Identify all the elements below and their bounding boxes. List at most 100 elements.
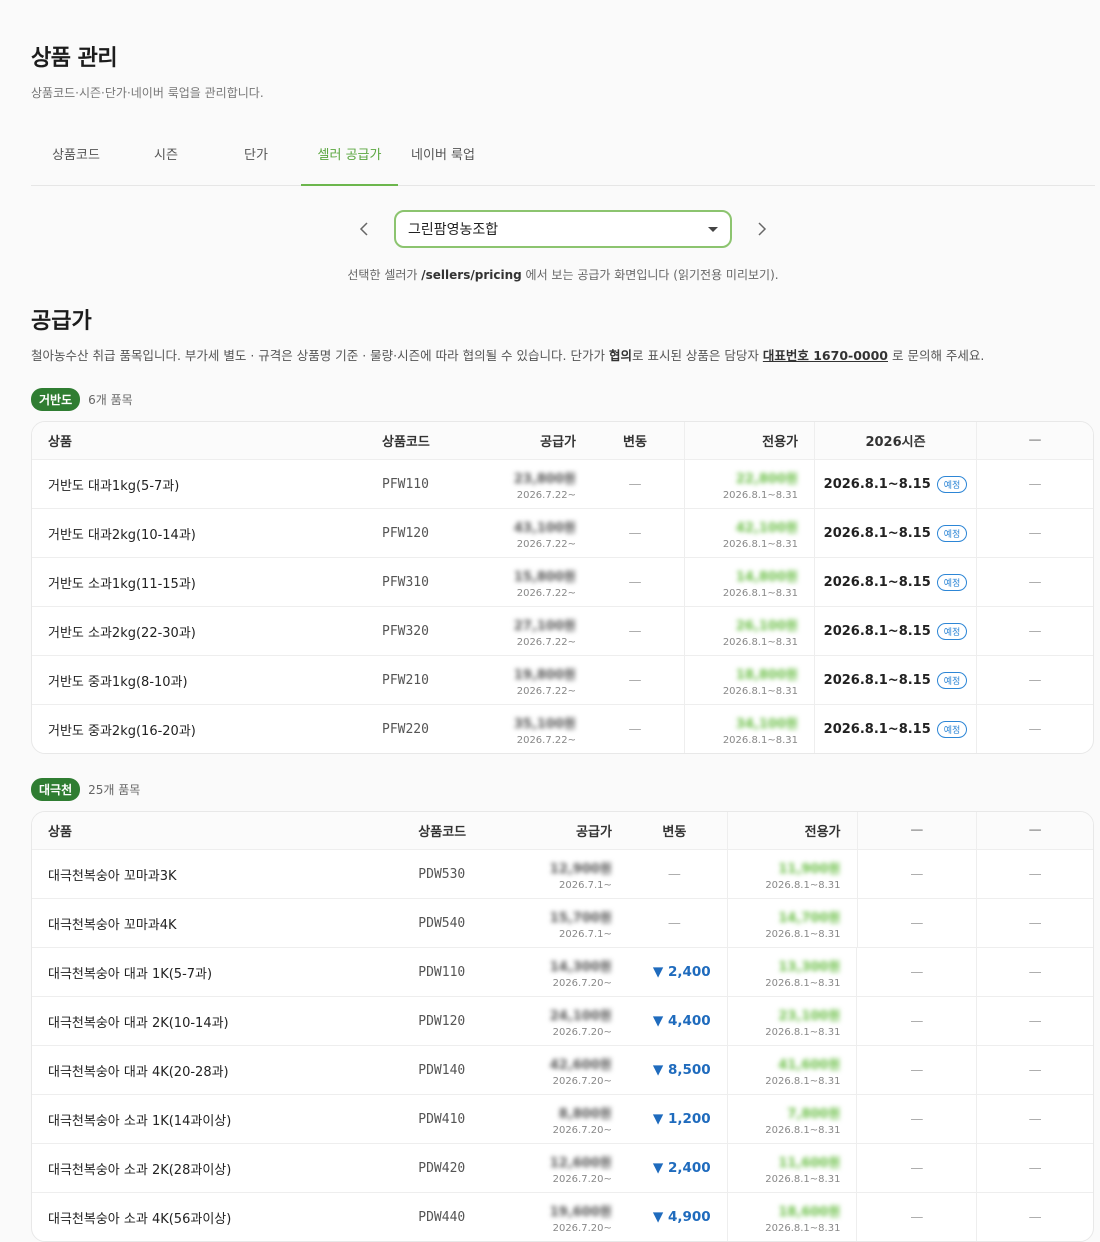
price-change: —	[628, 574, 642, 590]
table-row: 대극천복숭아 꼬마과4K PDW540 15,700원 2026.7.1~ —14,70…	[32, 898, 1093, 947]
extra-cell: —	[856, 948, 976, 996]
col-change: 변동	[623, 435, 647, 450]
supply-price-date: 2026.7.22~	[516, 685, 576, 697]
product-code: PDW540	[418, 915, 466, 931]
table-header: 상품 상품코드 공급가 변동 전용가 — —	[32, 812, 1093, 849]
product-name: 거반도 소과2kg(22-30과)	[48, 625, 196, 641]
exclusive-price: 11,600원 2026.8.1~8.31	[726, 1144, 857, 1192]
extra-cell: —	[856, 899, 977, 947]
table-row: 거반도 중과1kg(8-10과) PFW210 19,800원 2026.7.22~ —…	[32, 655, 1093, 704]
table-row: 거반도 대과1kg(5-7과) PFW110 23,800원 2026.7.22~ —2…	[32, 459, 1093, 508]
product-code: PDW110	[418, 964, 466, 980]
tab-unit-price[interactable]: 단가	[211, 133, 301, 185]
season-range: 2026.8.1~8.15	[823, 525, 931, 541]
product-code: PDW440	[418, 1209, 466, 1225]
product-code: PFW210	[382, 672, 429, 688]
supply-price-description: 철아농수산 취급 품목입니다. 부가세 별도 · 규격은 상품명 기준 · 물량…	[31, 348, 985, 363]
table-row: 거반도 소과1kg(11-15과) PFW310 15,800원 2026.7.22~…	[32, 557, 1093, 606]
supply-price: 14,300원 2026.7.20~	[492, 948, 622, 996]
supply-price: 42,600원 2026.7.20~	[492, 1046, 622, 1094]
extra-cell: —	[976, 1144, 1093, 1192]
seller-select[interactable]: 그린팜영농조합	[394, 210, 732, 248]
exclusive-price: 34,100원 2026.8.1~8.31	[684, 705, 814, 753]
seller-selector: 그린팜영농조합	[31, 210, 1095, 248]
tab-naver-lookup[interactable]: 네이버 룩업	[398, 133, 488, 185]
supply-price-amount: 14,300원	[549, 959, 612, 975]
extra-cell: —	[976, 509, 1093, 557]
next-seller-button[interactable]	[754, 217, 770, 241]
product-code: PFW220	[382, 721, 429, 737]
sellers-pricing-path: /sellers/pricing	[421, 268, 522, 282]
price-change: —	[628, 623, 642, 639]
table-row: 거반도 소과2kg(22-30과) PFW320 27,100원 2026.7.22~…	[32, 606, 1093, 655]
page-subtitle: 상품코드·시즌·단가·네이버 룩업을 관리합니다.	[31, 86, 264, 100]
phone-link[interactable]: 대표번호 1670-0000	[763, 348, 888, 363]
tab-season[interactable]: 시즌	[121, 133, 211, 185]
price-change: ▼ 4,900	[652, 1209, 711, 1225]
extra-cell: —	[976, 850, 1093, 898]
price-change: ▼ 2,400	[652, 1160, 711, 1176]
product-code: PFW110	[382, 476, 429, 492]
supply-price-date: 2026.7.20~	[552, 1173, 612, 1185]
exclusive-price-date: 2026.8.1~8.31	[722, 587, 798, 599]
supply-price: 15,700원 2026.7.1~	[492, 899, 622, 947]
prev-seller-button[interactable]	[356, 217, 372, 241]
table-row: 대극천복숭아 꼬마과3K PDW530 12,900원 2026.7.1~ —11,90…	[32, 849, 1093, 898]
product-name: 거반도 소과1kg(11-15과)	[48, 576, 196, 592]
col-code: 상품코드	[418, 825, 467, 840]
exclusive-price-amount: 23,100원	[778, 1008, 841, 1024]
col-supply: 공급가	[540, 435, 576, 450]
supply-price-amount: 27,100원	[513, 618, 576, 634]
season-range: 2026.8.1~8.15	[823, 623, 931, 639]
supply-price-amount: 15,800원	[513, 569, 576, 585]
exclusive-price-amount: 41,600원	[778, 1057, 841, 1073]
season-range: 2026.8.1~8.15	[823, 476, 931, 492]
group-badge: 대극천	[31, 778, 81, 801]
supply-price-date: 2026.7.20~	[552, 977, 612, 989]
col-exclusive: 전용가	[726, 812, 857, 849]
exclusive-price: 41,600원 2026.8.1~8.31	[726, 1046, 857, 1094]
supply-price: 8,800원 2026.7.20~	[492, 1095, 622, 1143]
extra-cell: —	[976, 705, 1093, 753]
table-row: 대극천복숭아 대과 2K(10-14과) PDW120 24,100원 2026.7.…	[32, 996, 1093, 1045]
season-status-badge: 예정	[936, 622, 968, 640]
exclusive-price-amount: 14,800원	[735, 569, 798, 585]
season-cell: 2026.8.1~8.15 예정	[814, 509, 976, 557]
col-code: 상품코드	[382, 435, 430, 450]
season-status-badge: 예정	[936, 524, 968, 542]
price-change: —	[628, 672, 642, 688]
chevron-right-icon	[758, 222, 767, 236]
supply-price-amount: 23,800원	[513, 471, 576, 487]
price-change: ▼ 2,400	[652, 964, 711, 980]
exclusive-price-date: 2026.8.1~8.31	[765, 1026, 841, 1038]
price-change: —	[628, 476, 642, 492]
price-change: ▼ 8,500	[652, 1062, 711, 1078]
tab-product-code[interactable]: 상품코드	[31, 133, 121, 185]
exclusive-price-date: 2026.8.1~8.31	[765, 928, 841, 940]
col-product: 상품	[48, 435, 72, 450]
supply-price-amount: 42,600원	[549, 1057, 612, 1073]
supply-price: 23,800원 2026.7.22~	[456, 460, 586, 508]
supply-price: 43,100원 2026.7.22~	[456, 509, 586, 557]
group-header-gabando: 거반도 6개 품목	[31, 388, 1095, 411]
extra-cell: —	[976, 997, 1093, 1045]
page-title: 상품 관리	[31, 46, 118, 71]
supply-price: 35,100원 2026.7.22~	[456, 705, 586, 753]
table-row: 대극천복숭아 소과 1K(14과이상) PDW410 8,800원 2026.7.20…	[32, 1094, 1093, 1143]
extra-cell: —	[856, 850, 977, 898]
exclusive-price-date: 2026.8.1~8.31	[765, 977, 841, 989]
chevron-left-icon	[359, 222, 368, 236]
group-count: 6개 품목	[88, 393, 133, 407]
exclusive-price-amount: 26,100원	[735, 618, 798, 634]
table-row: 대극천복숭아 대과 1K(5-7과) PDW110 14,300원 2026.7.20…	[32, 947, 1093, 996]
extra-cell: —	[976, 1193, 1093, 1241]
supply-price-date: 2026.7.22~	[516, 636, 576, 648]
col-7: —	[976, 812, 1093, 849]
price-table-gabando: 상품 상품코드 공급가 변동 전용가 2026시즌 — 거반도 대과1kg(5-…	[31, 421, 1094, 754]
exclusive-price: 23,100원 2026.8.1~8.31	[726, 997, 857, 1045]
product-code: PDW530	[418, 866, 466, 882]
season-cell: 2026.8.1~8.15 예정	[814, 607, 976, 655]
tab-seller-supply-price[interactable]: 셀러 공급가	[301, 133, 398, 186]
season-cell: 2026.8.1~8.15 예정	[814, 558, 976, 606]
exclusive-price-amount: 18,800원	[735, 667, 798, 683]
